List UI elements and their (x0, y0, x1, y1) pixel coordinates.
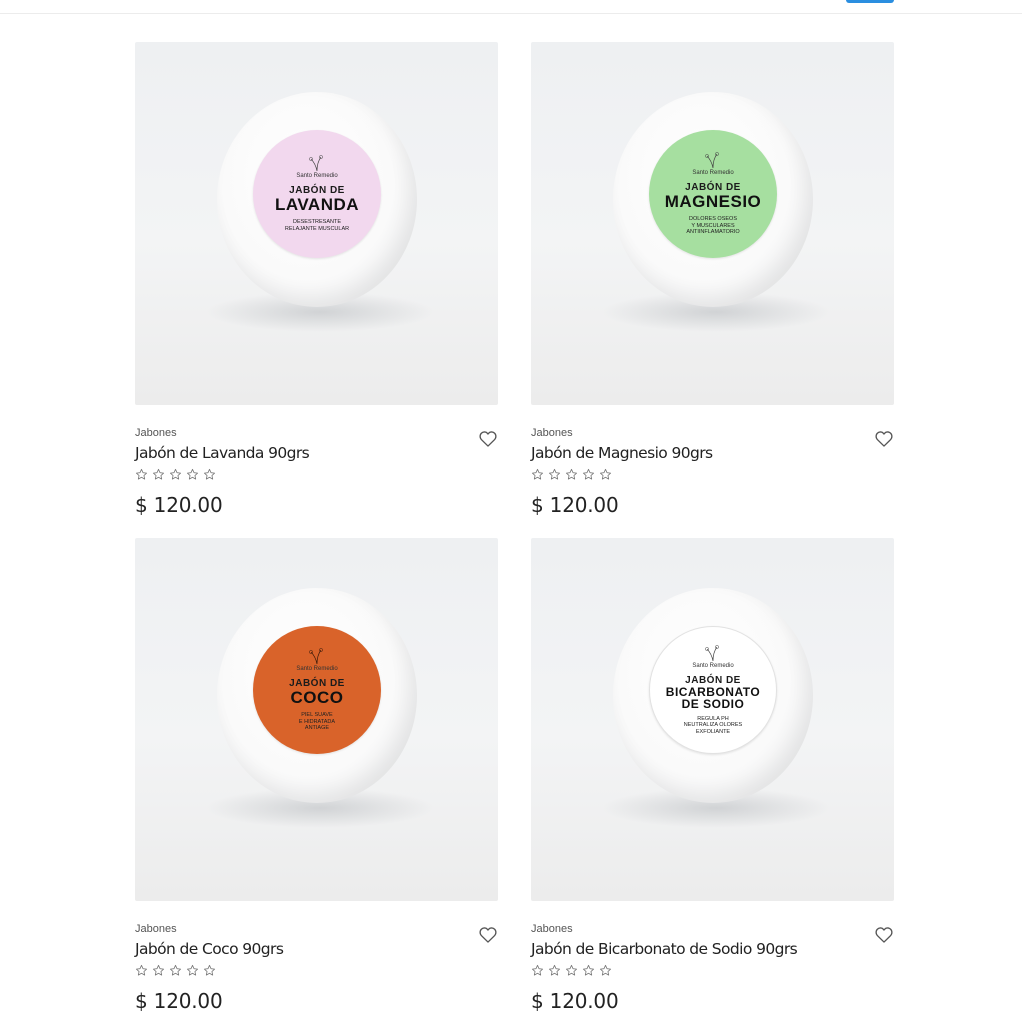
star-outline-icon (548, 964, 561, 976)
product-title-link[interactable]: Jabón de Lavanda 90grs (135, 444, 310, 462)
star-outline-icon (186, 468, 199, 480)
star-outline-icon (186, 964, 199, 976)
label-brand: Santo Remedio (692, 662, 734, 669)
label-main-text: LAVANDA (274, 195, 360, 215)
product-title-link[interactable]: Jabón de Bicarbonato de Sodio 90grs (531, 940, 798, 958)
star-outline-icon (565, 468, 578, 480)
product-category-link[interactable]: Jabones (531, 923, 573, 935)
soap-label: Santo Remedio JABÓN DE LAVANDA DESESTRES… (253, 130, 381, 258)
product-image[interactable]: Santo Remedio JABÓN DE BICARBONATO DE SO… (531, 538, 894, 901)
soap-label: Santo Remedio JABÓN DE COCO PIEL SUAVE E… (253, 626, 381, 754)
heart-outline-icon[interactable] (874, 925, 894, 945)
product-card[interactable]: Santo Remedio JABÓN DE LAVANDA DESESTRES… (135, 42, 498, 535)
star-outline-icon (135, 468, 148, 480)
dandelion-logo-icon (705, 152, 719, 169)
label-main-text: MAGNESIO (664, 192, 762, 212)
nav-accent-button[interactable] (846, 0, 894, 3)
product-price: $ 120.00 (135, 989, 223, 1013)
product-title-link[interactable]: Jabón de Magnesio 90grs (531, 444, 713, 462)
soap-label: Santo Remedio JABÓN DE MAGNESIO DOLORES … (649, 130, 777, 258)
star-outline-icon (152, 468, 165, 480)
product-category-link[interactable]: Jabones (135, 427, 177, 439)
product-card[interactable]: Santo Remedio JABÓN DE BICARBONATO DE SO… (531, 538, 894, 1022)
product-card[interactable]: Santo Remedio JABÓN DE COCO PIEL SUAVE E… (135, 538, 498, 1022)
label-prefix: JABÓN DE (685, 674, 741, 686)
star-outline-icon (152, 964, 165, 976)
label-subtext: DOLORES OSEOS Y MUSCULARES ANTIINFLAMATO… (686, 216, 740, 236)
dandelion-logo-icon (705, 644, 719, 661)
star-outline-icon (169, 964, 182, 976)
star-outline-icon (565, 964, 578, 976)
star-rating (135, 964, 216, 977)
star-rating (135, 468, 216, 481)
star-outline-icon (582, 964, 595, 976)
product-price: $ 120.00 (531, 989, 619, 1013)
star-outline-icon (599, 964, 612, 976)
heart-outline-icon[interactable] (874, 429, 894, 449)
heart-outline-icon[interactable] (478, 925, 498, 945)
star-outline-icon (599, 468, 612, 480)
dandelion-logo-icon (309, 155, 323, 172)
product-image[interactable]: Santo Remedio JABÓN DE LAVANDA DESESTRES… (135, 42, 498, 405)
label-main-text: BICARBONATO DE SODIO (665, 684, 761, 711)
label-brand: Santo Remedio (296, 666, 338, 673)
product-category-link[interactable]: Jabones (135, 923, 177, 935)
star-outline-icon (582, 468, 595, 480)
heart-outline-icon[interactable] (478, 429, 498, 449)
label-main-text: COCO (290, 688, 344, 708)
soap-label: Santo Remedio JABÓN DE BICARBONATO DE SO… (649, 626, 777, 754)
product-image[interactable]: Santo Remedio JABÓN DE MAGNESIO DOLORES … (531, 42, 894, 405)
product-price: $ 120.00 (135, 493, 223, 517)
label-brand: Santo Remedio (296, 173, 338, 180)
star-outline-icon (531, 964, 544, 976)
product-image[interactable]: Santo Remedio JABÓN DE COCO PIEL SUAVE E… (135, 538, 498, 901)
star-rating (531, 964, 612, 977)
label-subtext: REGULA PH NEUTRALIZA OLORES EXFOLIANTE (683, 715, 743, 735)
star-outline-icon (169, 468, 182, 480)
label-subtext: PIEL SUAVE E HIDRATADA ANTIAGE (298, 712, 336, 732)
star-outline-icon (548, 468, 561, 480)
product-title-link[interactable]: Jabón de Coco 90grs (135, 940, 284, 958)
product-category-link[interactable]: Jabones (531, 427, 573, 439)
product-price: $ 120.00 (531, 493, 619, 517)
star-outline-icon (531, 468, 544, 480)
star-rating (531, 468, 612, 481)
star-outline-icon (203, 468, 216, 480)
top-navigation-bar (0, 0, 1022, 14)
star-outline-icon (203, 964, 216, 976)
dandelion-logo-icon (309, 648, 323, 665)
label-brand: Santo Remedio (692, 170, 734, 177)
label-subtext: DESESTRESANTE RELAJANTE MUSCULAR (284, 219, 350, 232)
product-card[interactable]: Santo Remedio JABÓN DE MAGNESIO DOLORES … (531, 42, 894, 535)
star-outline-icon (135, 964, 148, 976)
